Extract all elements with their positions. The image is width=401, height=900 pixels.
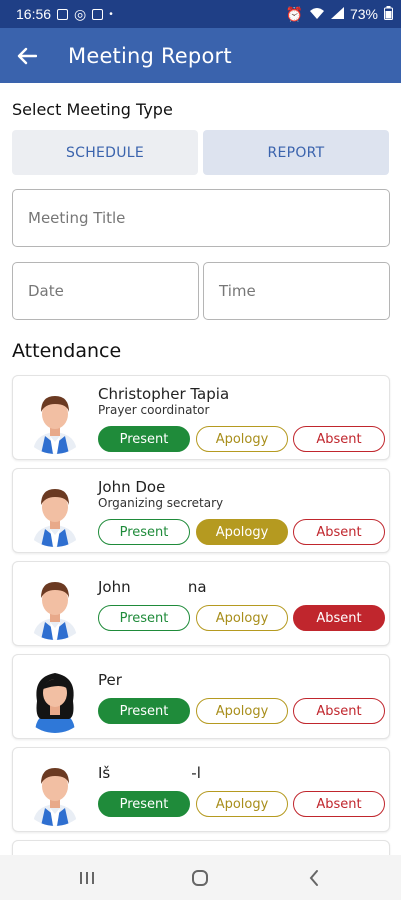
back-button[interactable] — [14, 43, 40, 69]
status-bar: 16:56 ◎ • ⏰ 73% — [0, 0, 401, 28]
female-avatar-icon — [19, 661, 91, 733]
present-button[interactable]: Present — [98, 519, 190, 545]
male-avatar-icon — [19, 568, 91, 640]
male-avatar-icon — [19, 475, 91, 547]
system-nav-bar — [0, 855, 401, 900]
battery-percent: 73% — [349, 6, 378, 22]
signal-icon — [330, 6, 344, 22]
apology-button[interactable]: Apology — [196, 519, 288, 545]
report-button[interactable]: REPORT — [203, 130, 389, 175]
sim-icon — [92, 8, 104, 20]
home-button[interactable] — [180, 863, 220, 893]
meeting-title-field[interactable]: Meeting Title — [12, 189, 390, 247]
status-time: 16:56 — [16, 6, 52, 22]
whatsapp-icon: ◎ — [74, 5, 87, 22]
present-button[interactable]: Present — [98, 698, 190, 724]
date-placeholder: Date — [28, 282, 64, 300]
home-icon — [192, 869, 209, 886]
gallery-icon — [57, 8, 69, 20]
apology-button[interactable]: Apology — [196, 791, 288, 817]
date-field[interactable]: Date — [12, 262, 199, 320]
attendance-card: Christopher Tapia Prayer coordinator Pre… — [12, 375, 390, 460]
attendance-card: John Doe Organizing secretary Present Ap… — [12, 468, 390, 553]
nav-back-button[interactable] — [294, 863, 334, 893]
member-role: Prayer coordinator — [98, 403, 210, 417]
present-button[interactable]: Present — [98, 426, 190, 452]
recents-icon — [79, 871, 94, 884]
back-icon — [309, 869, 319, 886]
schedule-button[interactable]: SCHEDULE — [12, 130, 198, 175]
male-avatar-icon — [19, 382, 91, 454]
present-button[interactable]: Present — [98, 605, 190, 631]
dot-icon: • — [109, 8, 113, 20]
page-title: Meeting Report — [68, 43, 232, 68]
absent-button[interactable]: Absent — [293, 519, 385, 545]
member-name: Per — [98, 671, 122, 689]
member-name: John na — [98, 578, 207, 596]
absent-button[interactable]: Absent — [293, 791, 385, 817]
attendance-card: Iš -l Present Apology Absent — [12, 747, 390, 832]
absent-button[interactable]: Absent — [293, 698, 385, 724]
wifi-icon — [309, 6, 325, 22]
time-field[interactable]: Time — [203, 262, 390, 320]
absent-button[interactable]: Absent — [293, 426, 385, 452]
male-avatar-icon — [19, 754, 91, 826]
recents-button[interactable] — [67, 863, 107, 893]
member-name: Christopher Tapia — [98, 385, 230, 403]
time-placeholder: Time — [219, 282, 256, 300]
member-name: John Doe — [98, 478, 166, 496]
apology-button[interactable]: Apology — [196, 426, 288, 452]
meeting-type-label: Select Meeting Type — [12, 100, 173, 119]
meeting-title-placeholder: Meeting Title — [28, 209, 126, 227]
member-name: Iš -l — [98, 764, 201, 782]
app-bar: Meeting Report — [0, 28, 401, 83]
attendance-card: John na Present Apology Absent — [12, 561, 390, 646]
member-role: Organizing secretary — [98, 496, 224, 510]
present-button[interactable]: Present — [98, 791, 190, 817]
attendance-heading: Attendance — [12, 340, 122, 362]
apology-button[interactable]: Apology — [196, 698, 288, 724]
alarm-icon: ⏰ — [285, 5, 303, 22]
attendance-card: Per Present Apology Absent — [12, 654, 390, 739]
battery-icon — [384, 5, 393, 23]
absent-button[interactable]: Absent — [293, 605, 385, 631]
arrow-left-icon — [17, 47, 37, 64]
apology-button[interactable]: Apology — [196, 605, 288, 631]
